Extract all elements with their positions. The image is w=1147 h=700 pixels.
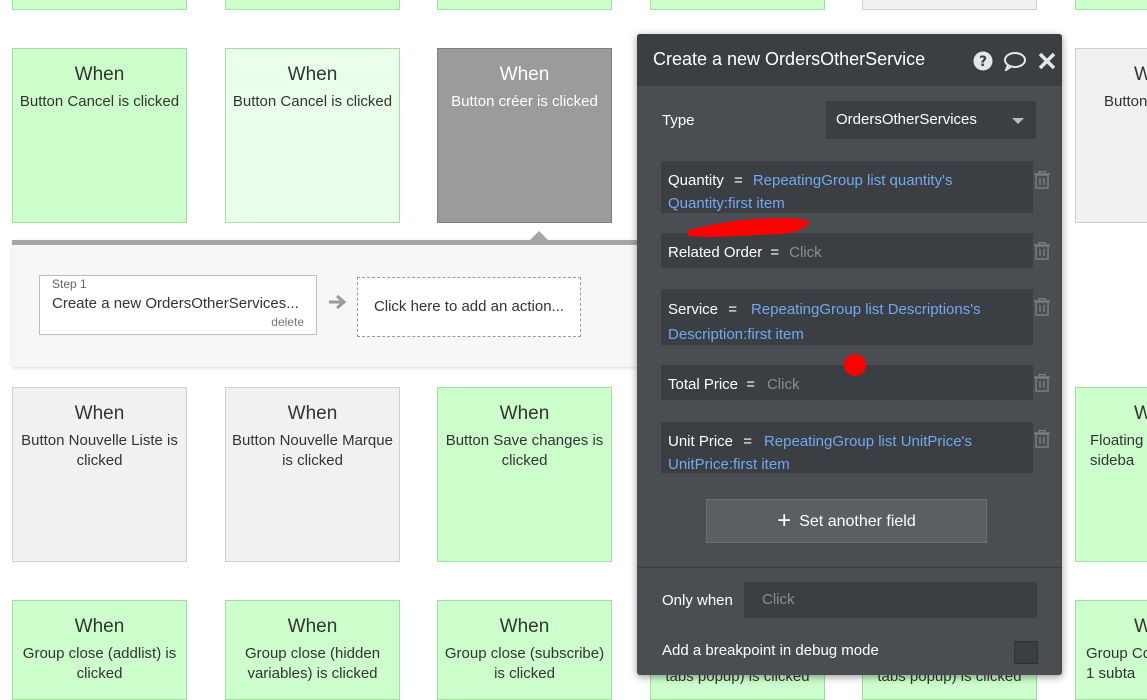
breakpoint-checkbox[interactable]: [1014, 641, 1038, 664]
event-card-desc: Group close (hidden variables) is clicke…: [244, 645, 381, 682]
event-card[interactable]: When Group close (hidden variables) is c…: [225, 600, 400, 700]
event-card-title: W: [1134, 616, 1147, 637]
event-card-title: When: [499, 616, 550, 637]
field-name: Total Price: [668, 376, 739, 393]
event-card-partial[interactable]: [225, 0, 400, 10]
event-card[interactable]: When Button Cancel is clicked: [12, 48, 187, 223]
divider: [637, 567, 1062, 568]
event-card-selected[interactable]: When Button créer is clicked: [437, 48, 612, 223]
event-card-desc: Button Nouvelle Liste is clicked: [21, 432, 178, 469]
trash-icon[interactable]: [1034, 171, 1050, 189]
event-card-partial[interactable]: [650, 0, 825, 10]
event-card-title: When: [74, 64, 125, 85]
trash-icon[interactable]: [1034, 430, 1050, 448]
event-card-partial[interactable]: [437, 0, 612, 10]
field-row-total-price[interactable]: Total Price = Click: [661, 365, 1033, 400]
action-editor-panel: Create a new OrdersOtherService ? Type O…: [637, 34, 1062, 675]
workflow-step-bar: Step 1 Create a new OrdersOtherServices.…: [12, 231, 652, 367]
add-action-button[interactable]: Click here to add an action...: [357, 277, 581, 337]
trash-icon[interactable]: [1034, 298, 1050, 316]
only-when-label: Only when: [662, 592, 733, 609]
field-equals: =: [734, 172, 743, 189]
help-icon[interactable]: ?: [973, 51, 993, 71]
event-card-partial[interactable]: [862, 0, 1037, 10]
field-value-placeholder[interactable]: Click: [767, 376, 800, 393]
field-value-placeholder[interactable]: Click: [789, 244, 822, 261]
event-card-title: When: [74, 616, 125, 637]
event-card-desc: Button Save changes is clicked: [445, 432, 604, 469]
event-card-desc: Group close (addlist) is clicked: [22, 645, 177, 682]
panel-header: Create a new OrdersOtherService ?: [637, 34, 1062, 86]
event-card[interactable]: W Group Co 1 subta: [1075, 600, 1147, 700]
event-card-partial[interactable]: [1075, 0, 1147, 10]
field-row-unit-price[interactable]: Unit Price = RepeatingGroup list UnitPric…: [661, 422, 1033, 473]
plus-icon: +: [777, 507, 792, 534]
field-equals: =: [746, 376, 755, 393]
event-card-title: When: [499, 403, 550, 424]
event-card-desc: Button Cancel is clicked: [19, 93, 180, 110]
event-card-desc: Button c: [1104, 93, 1147, 110]
trash-icon[interactable]: [1034, 242, 1050, 260]
event-card[interactable]: When Button Cancel is clicked: [225, 48, 400, 223]
step-delete-link[interactable]: delete: [271, 315, 304, 329]
arrow-right-icon: [329, 294, 347, 310]
selected-event-pointer: [530, 231, 548, 240]
step-action-name: Create a new OrdersOtherServices...: [52, 295, 299, 312]
event-card[interactable]: W Button c: [1075, 48, 1147, 223]
close-icon[interactable]: [1037, 51, 1057, 71]
event-card[interactable]: When Button Nouvelle Liste is clicked: [12, 387, 187, 562]
field-row-related-order[interactable]: Related Order = Click: [661, 233, 1033, 268]
event-card-title: When: [499, 64, 550, 85]
set-another-field-button[interactable]: + Set another field: [706, 499, 987, 543]
step-number-label: Step 1: [52, 277, 87, 291]
event-card-title: When: [74, 403, 125, 424]
type-dropdown[interactable]: OrdersOtherServices: [826, 101, 1036, 139]
only-when-input[interactable]: Click: [744, 582, 1037, 618]
event-card-title: W: [1134, 64, 1147, 85]
trash-icon[interactable]: [1034, 374, 1050, 392]
event-card-title: When: [287, 403, 338, 424]
event-card-desc: Group Co 1 subta: [1086, 645, 1147, 682]
event-card-desc: Button créer is clicked: [451, 93, 598, 110]
event-card[interactable]: When Button Nouvelle Marque is clicked: [225, 387, 400, 562]
panel-title: Create a new OrdersOtherService: [653, 49, 926, 69]
field-equals: =: [770, 244, 780, 261]
type-label: Type: [662, 112, 695, 129]
event-card[interactable]: W Floating sideba: [1075, 387, 1147, 562]
comment-icon[interactable]: [1003, 51, 1027, 71]
svg-text:?: ?: [979, 54, 987, 70]
event-card-partial[interactable]: [12, 0, 187, 10]
event-card-desc: Button Cancel is clicked: [232, 93, 393, 110]
type-dropdown-value: OrdersOtherServices: [836, 111, 977, 128]
field-equals: =: [728, 301, 737, 318]
event-card[interactable]: When Button Save changes is clicked: [437, 387, 612, 562]
breakpoint-label: Add a breakpoint in debug mode: [662, 642, 879, 659]
event-card[interactable]: When Group close (subscribe) is clicked: [437, 600, 612, 700]
event-card-desc: Group close (subscribe) is clicked: [444, 645, 605, 682]
field-name: Unit Price: [668, 433, 734, 450]
workflow-step-1[interactable]: Step 1 Create a new OrdersOtherServices.…: [39, 275, 317, 335]
field-name: Service: [668, 301, 719, 318]
field-name: Related Order: [668, 244, 763, 261]
event-card[interactable]: When Group close (addlist) is clicked: [12, 600, 187, 700]
event-card-desc: Floating sideba: [1090, 432, 1144, 469]
field-name: Quantity: [668, 172, 724, 189]
set-another-field-label: Set another field: [799, 513, 916, 530]
field-row-quantity[interactable]: Quantity = RepeatingGroup list quantity's…: [661, 161, 1033, 213]
event-card-title: When: [287, 616, 338, 637]
event-card-title: When: [287, 64, 338, 85]
field-equals: =: [743, 433, 752, 450]
event-card-title: W: [1134, 403, 1147, 424]
event-card-desc: Button Nouvelle Marque is clicked: [232, 432, 393, 469]
chevron-down-icon: [1012, 118, 1024, 124]
field-row-service[interactable]: Service = RepeatingGroup list Description…: [661, 289, 1033, 345]
